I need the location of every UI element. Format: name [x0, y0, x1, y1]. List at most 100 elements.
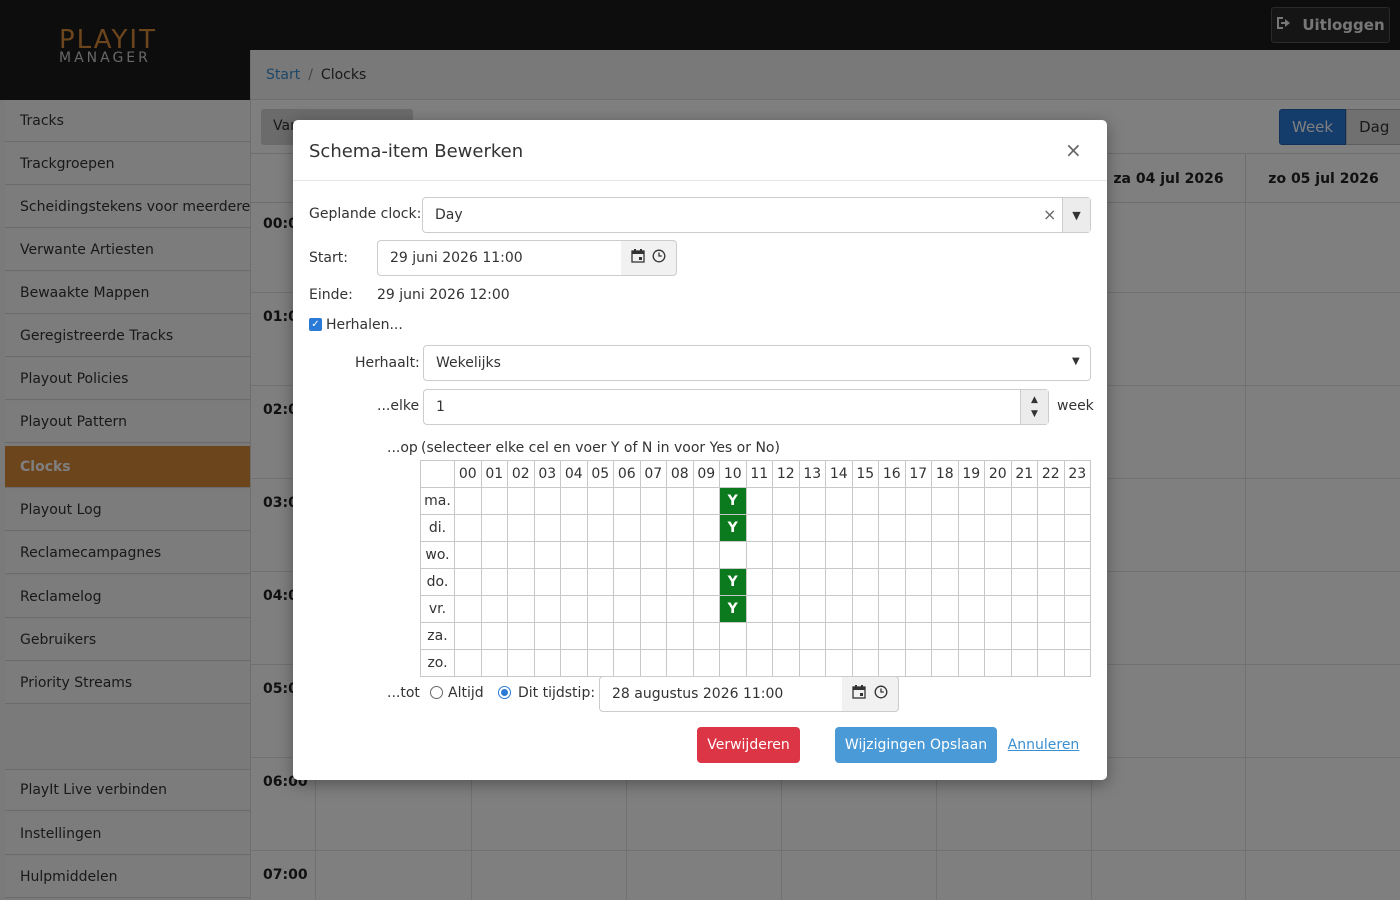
schedule-cell[interactable] [984, 595, 1012, 623]
schedule-cell[interactable] [931, 649, 959, 677]
schedule-cell[interactable] [507, 541, 535, 569]
schedule-cell[interactable] [613, 541, 641, 569]
schedule-cell[interactable] [798, 649, 826, 677]
schedule-cell[interactable] [772, 649, 800, 677]
schedule-cell[interactable] [931, 541, 959, 569]
calendar-icon[interactable] [852, 685, 866, 703]
schedule-cell[interactable] [454, 514, 482, 542]
schedule-cell[interactable] [904, 622, 932, 650]
schedule-cell[interactable] [586, 541, 614, 569]
schedule-cell[interactable] [533, 514, 561, 542]
schedule-cell[interactable] [745, 595, 773, 623]
schedule-cell[interactable] [904, 649, 932, 677]
schedule-cell[interactable] [560, 541, 588, 569]
schedule-cell[interactable] [480, 622, 508, 650]
schedule-cell[interactable] [586, 514, 614, 542]
schedule-cell[interactable] [507, 568, 535, 596]
schedule-cell[interactable] [745, 514, 773, 542]
schedule-cell[interactable] [613, 487, 641, 515]
schedule-cell[interactable] [798, 595, 826, 623]
schedule-cell[interactable] [560, 595, 588, 623]
schedule-cell[interactable] [745, 541, 773, 569]
schedule-cell[interactable] [957, 487, 985, 515]
schedule-cell[interactable] [904, 514, 932, 542]
schedule-cell[interactable] [613, 622, 641, 650]
schedule-cell[interactable] [798, 568, 826, 596]
stepper-arrows-icon[interactable]: ▲ ▼ [1020, 390, 1048, 424]
schedule-cell[interactable] [639, 541, 667, 569]
schedule-cell[interactable] [454, 622, 482, 650]
schedule-cell[interactable] [878, 487, 906, 515]
schedule-cell[interactable] [533, 541, 561, 569]
schedule-cell[interactable] [851, 568, 879, 596]
schedule-cell[interactable] [1037, 568, 1065, 596]
schedule-cell[interactable] [904, 487, 932, 515]
schedule-cell[interactable] [851, 487, 879, 515]
schedule-cell[interactable] [454, 541, 482, 569]
schedule-cell[interactable] [1037, 595, 1065, 623]
schedule-cell[interactable] [1063, 622, 1091, 650]
schedule-cell[interactable] [666, 541, 694, 569]
schedule-cell[interactable] [1063, 541, 1091, 569]
schedule-cell[interactable] [480, 595, 508, 623]
schedule-cell[interactable] [507, 649, 535, 677]
schedule-cell[interactable] [745, 568, 773, 596]
schedule-cell[interactable] [745, 487, 773, 515]
schedule-cell[interactable] [666, 622, 694, 650]
schedule-cell[interactable] [1063, 487, 1091, 515]
schedule-cell[interactable] [957, 622, 985, 650]
schedule-cell[interactable] [984, 541, 1012, 569]
schedule-cell[interactable] [507, 595, 535, 623]
schedule-cell[interactable] [454, 649, 482, 677]
schedule-cell[interactable] [586, 568, 614, 596]
schedule-cell[interactable]: Y [719, 487, 747, 515]
schedule-cell[interactable] [745, 649, 773, 677]
schedule-cell[interactable] [1063, 568, 1091, 596]
schedule-cell[interactable] [1010, 514, 1038, 542]
schedule-cell[interactable] [1037, 622, 1065, 650]
schedule-cell[interactable] [984, 514, 1012, 542]
schedule-cell[interactable] [984, 649, 1012, 677]
schedule-cell[interactable] [957, 514, 985, 542]
schedule-cell[interactable] [825, 622, 853, 650]
calendar-icon[interactable] [631, 249, 645, 267]
schedule-cell[interactable] [480, 541, 508, 569]
schedule-cell[interactable] [480, 487, 508, 515]
schedule-cell[interactable] [798, 622, 826, 650]
schedule-cell[interactable] [904, 541, 932, 569]
schedule-cell[interactable] [454, 487, 482, 515]
schedule-cell[interactable] [984, 568, 1012, 596]
schedule-cell[interactable] [825, 595, 853, 623]
every-number-input[interactable]: 1 ▲ ▼ [423, 389, 1049, 425]
start-datetime-input[interactable]: 29 juni 2026 11:00 [377, 240, 622, 276]
schedule-cell[interactable] [586, 622, 614, 650]
schedule-cell[interactable] [904, 568, 932, 596]
until-always-radio[interactable] [430, 686, 443, 699]
cancel-link[interactable]: Annuleren [1007, 727, 1080, 763]
schedule-cell[interactable] [825, 568, 853, 596]
close-icon[interactable]: × [1065, 138, 1082, 162]
schedule-cell[interactable] [772, 514, 800, 542]
schedule-cell[interactable] [1063, 649, 1091, 677]
schedule-cell[interactable] [454, 568, 482, 596]
schedule-cell[interactable] [878, 568, 906, 596]
schedule-cell[interactable] [1010, 622, 1038, 650]
clock-icon[interactable] [652, 249, 666, 267]
schedule-cell[interactable] [1063, 595, 1091, 623]
schedule-cell[interactable] [798, 487, 826, 515]
clear-icon[interactable]: × [1043, 205, 1056, 224]
schedule-cell[interactable] [639, 514, 667, 542]
schedule-cell[interactable] [851, 622, 879, 650]
schedule-cell[interactable] [931, 622, 959, 650]
schedule-cell[interactable] [825, 514, 853, 542]
schedule-cell[interactable]: Y [719, 568, 747, 596]
schedule-cell[interactable] [931, 487, 959, 515]
schedule-cell[interactable] [931, 514, 959, 542]
schedule-cell[interactable] [692, 487, 720, 515]
schedule-cell[interactable] [878, 541, 906, 569]
schedule-cell[interactable] [1037, 487, 1065, 515]
schedule-cell[interactable] [1010, 568, 1038, 596]
schedule-cell[interactable] [851, 514, 879, 542]
repeat-checkbox[interactable]: ✓ [309, 318, 322, 331]
schedule-cell[interactable] [957, 595, 985, 623]
